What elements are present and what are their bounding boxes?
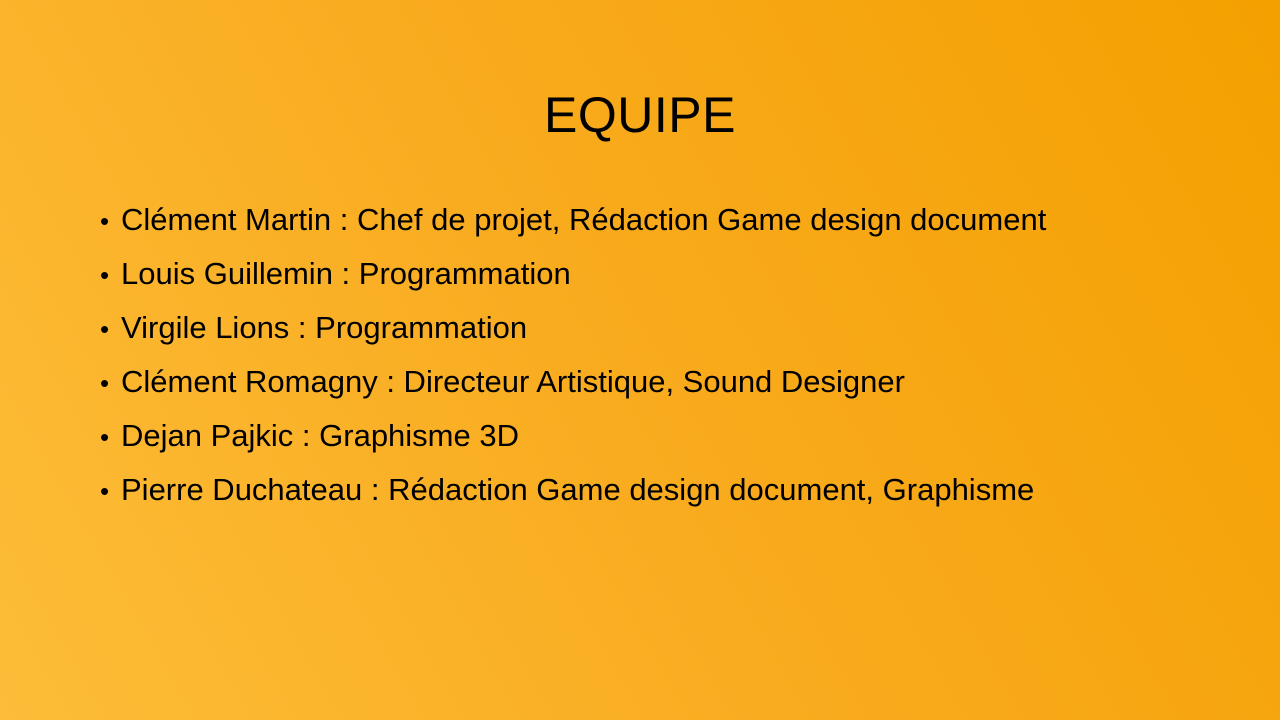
bullet-icon: • xyxy=(100,206,110,236)
bullet-icon: • xyxy=(100,368,110,398)
slide-title: EQUIPE xyxy=(544,87,736,143)
team-member-text: Pierre Duchateau : Rédaction Game design… xyxy=(121,472,1035,507)
team-member-list: • Clément Martin : Chef de projet, Rédac… xyxy=(100,193,1240,517)
slide: EQUIPE • Clément Martin : Chef de projet… xyxy=(0,0,1280,720)
list-item: • Louis Guillemin : Programmation xyxy=(100,247,1240,301)
list-item: • Virgile Lions : Programmation xyxy=(100,301,1240,355)
list-item: • Dejan Pajkic : Graphisme 3D xyxy=(100,409,1240,463)
team-member-text: Clément Martin : Chef de projet, Rédacti… xyxy=(121,202,1047,237)
team-member-text: Virgile Lions : Programmation xyxy=(121,310,528,345)
bullet-icon: • xyxy=(100,422,110,452)
team-member-text: Clément Romagny : Directeur Artistique, … xyxy=(121,364,905,399)
list-item: • Clément Romagny : Directeur Artistique… xyxy=(100,355,1240,409)
bullet-icon: • xyxy=(100,314,110,344)
list-item: • Clément Martin : Chef de projet, Rédac… xyxy=(100,193,1240,247)
team-member-text: Dejan Pajkic : Graphisme 3D xyxy=(121,418,519,453)
list-item: • Pierre Duchateau : Rédaction Game desi… xyxy=(100,463,1240,517)
bullet-icon: • xyxy=(100,260,110,290)
bullet-icon: • xyxy=(100,476,110,506)
team-member-text: Louis Guillemin : Programmation xyxy=(121,256,571,291)
